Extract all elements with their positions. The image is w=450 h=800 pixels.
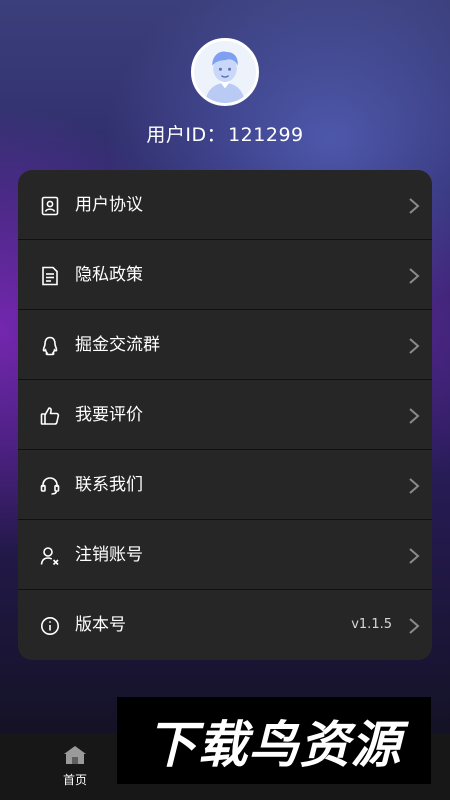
watermark-banner: 下载鸟资源: [117, 697, 431, 784]
menu-item-label: 用户协议: [75, 195, 143, 215]
menu-item-privacy-policy[interactable]: 隐私政策: [18, 240, 432, 310]
headset-icon: [40, 476, 60, 496]
chevron-right-icon: [408, 617, 420, 635]
chevron-right-icon: [408, 337, 420, 355]
document-list-icon: [40, 266, 60, 286]
menu-item-label: 隐私政策: [75, 265, 143, 285]
user-avatar-icon[interactable]: [191, 38, 259, 106]
menu-item-label: 联系我们: [75, 475, 143, 495]
nav-tab-label: 首页: [62, 773, 87, 787]
thumbs-up-icon: [40, 406, 60, 426]
menu-item-delete-account[interactable]: 注销账号: [18, 520, 432, 590]
user-document-icon: [40, 196, 60, 216]
qq-penguin-icon: [40, 336, 60, 356]
chevron-right-icon: [408, 407, 420, 425]
chevron-right-icon: [408, 477, 420, 495]
menu-item-label: 掘金交流群: [75, 335, 160, 355]
menu-item-label: 我要评价: [75, 405, 143, 425]
menu-item-label: 版本号: [75, 615, 126, 635]
chevron-right-icon: [408, 547, 420, 565]
version-value: v1.1.5: [351, 617, 392, 632]
menu-item-version[interactable]: 版本号 v1.1.5: [18, 590, 432, 660]
chevron-right-icon: [408, 267, 420, 285]
menu-item-rate-us[interactable]: 我要评价: [18, 380, 432, 450]
chevron-right-icon: [408, 197, 420, 215]
menu-item-contact-us[interactable]: 联系我们: [18, 450, 432, 520]
settings-menu-card: 用户协议 隐私政策 掘金交流群 我要评价 联系我们 注销账号 版本号 v1.1.…: [18, 170, 432, 660]
home-icon: [63, 745, 87, 765]
menu-item-user-agreement[interactable]: 用户协议: [18, 170, 432, 240]
user-id-value: 121299: [228, 124, 304, 146]
menu-item-label: 注销账号: [75, 545, 143, 565]
user-id-text: 用户ID： 121299: [0, 120, 450, 147]
user-remove-icon: [40, 546, 60, 566]
watermark-text: 下载鸟资源: [146, 715, 402, 774]
info-icon: [40, 616, 60, 636]
user-id-label: 用户ID：: [146, 124, 227, 146]
nav-tab-home[interactable]: 首页: [52, 741, 98, 793]
menu-item-community-group[interactable]: 掘金交流群: [18, 310, 432, 380]
